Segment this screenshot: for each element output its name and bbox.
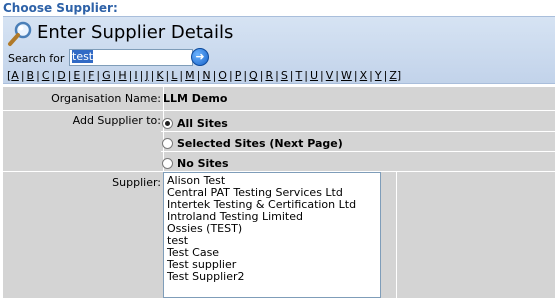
radio-label: No Sites — [177, 156, 229, 170]
radio-button[interactable] — [162, 157, 173, 169]
alpha-link-q[interactable]: Q — [249, 69, 258, 82]
organisation-row: Organisation Name: LLM Demo — [3, 87, 555, 111]
alpha-link-n[interactable]: N — [202, 69, 210, 82]
alpha-link-m[interactable]: M — [185, 69, 195, 82]
radio-label: Selected Sites (Next Page) — [177, 136, 343, 150]
organisation-label: Organisation Name: — [51, 92, 161, 105]
alpha-link-y[interactable]: Y — [375, 69, 382, 82]
alpha-link-b[interactable]: B — [27, 69, 35, 82]
search-panel: Enter Supplier Details Search for test ➜… — [3, 16, 555, 84]
radio-option-0[interactable]: All Sites — [162, 114, 228, 132]
alpha-link-s[interactable]: S — [281, 69, 288, 82]
radio-label: All Sites — [177, 116, 228, 130]
alpha-link-u[interactable]: U — [310, 69, 318, 82]
radio-button[interactable] — [162, 137, 173, 149]
radio-option-2[interactable]: No Sites — [162, 154, 229, 172]
alpha-link-c[interactable]: C — [42, 69, 50, 82]
add-supplier-label: Add Supplier to: — [72, 114, 161, 127]
page-heading: Choose Supplier: — [3, 1, 118, 15]
search-label: Search for — [8, 52, 65, 65]
organisation-value: LLM Demo — [163, 92, 228, 105]
alpha-link-h[interactable]: H — [118, 69, 126, 82]
alpha-link-w[interactable]: W — [341, 69, 352, 82]
alpha-link-r[interactable]: R — [265, 69, 273, 82]
supplier-listbox[interactable]: Alison Test Central PAT Testing Services … — [163, 172, 381, 298]
supplier-option[interactable]: Ossies (TEST) — [167, 223, 377, 235]
search-input-value: test — [72, 50, 94, 63]
alpha-link-z[interactable]: Z — [389, 69, 397, 82]
radio-button[interactable] — [162, 117, 173, 129]
search-go-button[interactable]: ➜ — [191, 48, 209, 66]
supplier-option[interactable]: Test Supplier2 — [167, 271, 377, 283]
alpha-link-o[interactable]: O — [218, 69, 227, 82]
alphabet-filter: [A | B | C | D | E | F | G | H | I | J | K | L | M | N | O | P | Q | R | S | T… — [7, 69, 402, 82]
radio-option-1[interactable]: Selected Sites (Next Page) — [162, 134, 343, 152]
alpha-link-k[interactable]: K — [156, 69, 163, 82]
alpha-link-g[interactable]: G — [102, 69, 111, 82]
supplier-label: Supplier: — [112, 176, 161, 189]
search-input[interactable]: test — [69, 49, 193, 66]
alpha-link-d[interactable]: D — [57, 69, 65, 82]
panel-title: Enter Supplier Details — [37, 22, 234, 43]
magnifier-icon — [8, 21, 32, 46]
alpha-link-a[interactable]: A — [11, 69, 19, 82]
